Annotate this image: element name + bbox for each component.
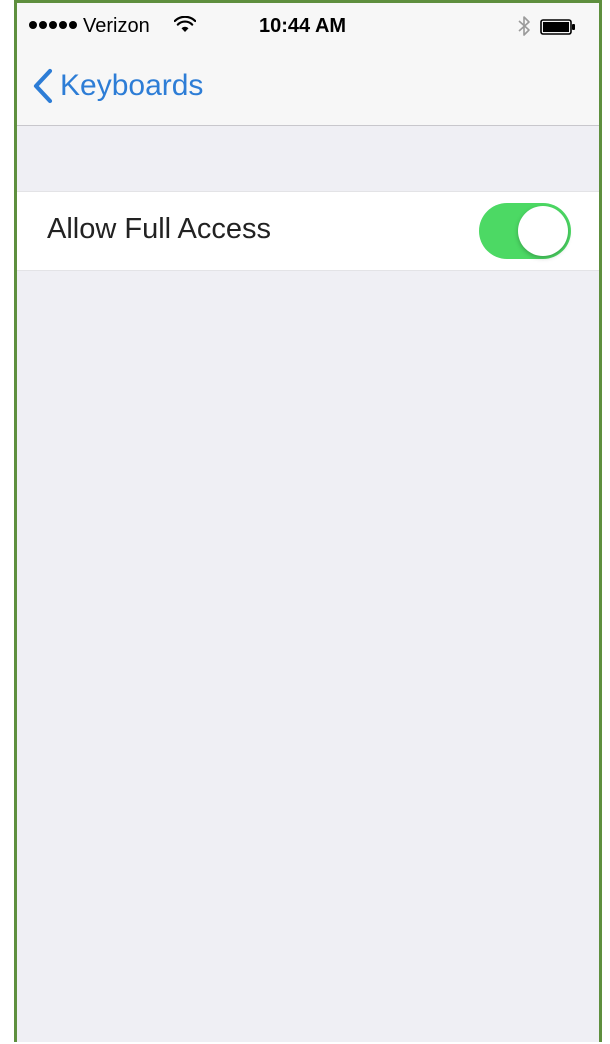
signal-strength-icon xyxy=(29,21,77,29)
phone-screen: Verizon 10:44 AM Keyboards Allow Full Ac… xyxy=(14,0,602,1042)
back-button[interactable]: Keyboards xyxy=(31,68,203,104)
allow-full-access-toggle[interactable] xyxy=(479,203,571,259)
status-time: 10:44 AM xyxy=(259,15,347,37)
wifi-icon xyxy=(174,16,196,32)
bluetooth-icon xyxy=(518,16,530,36)
battery-icon xyxy=(540,19,575,35)
toggle-knob xyxy=(518,206,568,256)
carrier-label: Verizon xyxy=(83,15,150,37)
back-button-label: Keyboards xyxy=(60,69,204,102)
status-bar: Verizon 10:44 AM xyxy=(17,3,599,51)
navigation-bar: Keyboards xyxy=(17,51,599,126)
allow-full-access-row: Allow Full Access xyxy=(17,191,599,271)
allow-full-access-label: Allow Full Access xyxy=(47,213,272,245)
chevron-left-icon xyxy=(33,68,53,104)
